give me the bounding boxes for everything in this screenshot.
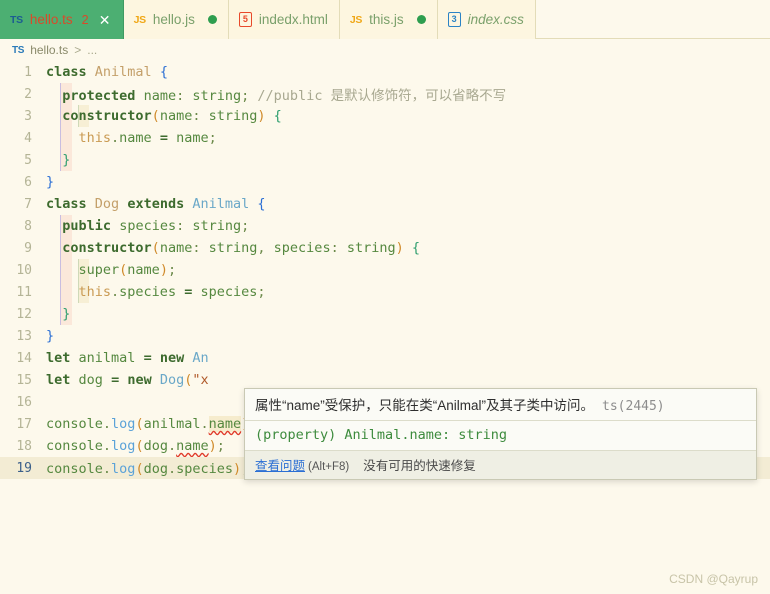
code-content: super(name); <box>78 262 177 278</box>
line-number: 12 <box>16 306 32 322</box>
line-number: 10 <box>16 262 32 278</box>
javascript-file-icon: JS <box>349 13 363 26</box>
javascript-file-icon: JS <box>133 13 147 26</box>
tab-this-js[interactable]: JS this.js <box>339 0 438 39</box>
code-content: } <box>46 328 55 344</box>
breadcrumb-file[interactable]: hello.ts <box>30 43 68 57</box>
line-number: 16 <box>16 394 32 410</box>
line-number: 15 <box>16 372 32 388</box>
editor-tab-bar: TS hello.ts 2 ✕ JS hello.js 5 indedx.htm… <box>0 0 770 39</box>
code-line[interactable]: 9 constructor(name: string, species: str… <box>0 237 770 259</box>
view-problem-shortcut: (Alt+F8) <box>308 461 350 473</box>
line-number: 11 <box>16 284 32 300</box>
line-number: 1 <box>24 64 32 80</box>
code-content: let dog = new Dog("x <box>46 372 209 388</box>
code-content: class Anilmal { <box>46 64 168 80</box>
tooltip-message: 属性“name”受保护，只能在类“Anilmal”及其子类中访问。 <box>255 398 595 413</box>
code-line[interactable]: 5 } <box>0 149 770 171</box>
code-line[interactable]: 2 protected name: string; //public 是默认修饰… <box>0 83 770 105</box>
line-number: 17 <box>16 416 32 432</box>
code-content: this.name = name; <box>78 130 217 146</box>
hover-tooltip: 属性“name”受保护，只能在类“Anilmal”及其子类中访问。 ts(244… <box>244 388 757 480</box>
tooltip-error-code: ts(2445) <box>602 399 665 414</box>
tab-error-badge: 2 <box>81 12 89 27</box>
typescript-file-icon: TS <box>12 44 25 56</box>
tab-label: hello.js <box>152 12 195 27</box>
tooltip-signature: Anilmal.name: string <box>344 427 507 443</box>
code-content: } <box>62 152 71 168</box>
code-content: constructor(name: string, species: strin… <box>62 240 421 256</box>
html-file-icon: 5 <box>238 12 252 27</box>
line-number: 3 <box>24 108 32 124</box>
line-number: 6 <box>24 174 32 190</box>
breadcrumb: TS hello.ts > ... <box>0 39 770 61</box>
code-line[interactable]: 13 } <box>0 325 770 347</box>
code-content: let anilmal = new An <box>46 350 209 366</box>
code-line[interactable]: 8 public species: string; <box>0 215 770 237</box>
line-number: 9 <box>24 240 32 256</box>
line-number: 7 <box>24 196 32 212</box>
tooltip-signature-kind: (property) <box>255 427 337 443</box>
code-line[interactable]: 3 constructor(name: string) { <box>0 105 770 127</box>
tab-label: this.js <box>369 12 404 27</box>
tab-index-css[interactable]: 3 index.css <box>437 0 536 39</box>
line-number: 18 <box>16 438 32 454</box>
tooltip-message-row: 属性“name”受保护，只能在类“Anilmal”及其子类中访问。 ts(244… <box>245 389 756 420</box>
tooltip-action-bar: 查看问题 (Alt+F8) 没有可用的快速修复 <box>245 450 756 479</box>
tooltip-signature-row: (property) Anilmal.name: string <box>245 421 756 450</box>
code-content: console.log(anilmal.name); <box>46 416 257 432</box>
code-line[interactable]: 12 } <box>0 303 770 325</box>
code-content: protected name: string; //public 是默认修饰符，… <box>62 88 507 104</box>
tab-hello-ts[interactable]: TS hello.ts 2 ✕ <box>0 0 124 39</box>
line-number: 8 <box>24 218 32 234</box>
code-content: } <box>46 174 55 190</box>
css-file-icon: 3 <box>447 12 461 27</box>
code-content: constructor(name: string) { <box>62 108 282 124</box>
code-line[interactable]: 10 super(name); <box>0 259 770 281</box>
close-icon[interactable]: ✕ <box>98 13 112 27</box>
tab-label: indedx.html <box>258 12 328 27</box>
code-line[interactable]: 4 this.name = name; <box>0 127 770 149</box>
tab-indedx-html[interactable]: 5 indedx.html <box>228 0 340 39</box>
code-content: public species: string; <box>62 218 250 234</box>
line-number: 14 <box>16 350 32 366</box>
code-content: class Dog extends Anilmal { <box>46 196 266 212</box>
view-problem-link[interactable]: 查看问题 <box>255 459 305 473</box>
unsaved-dot-icon[interactable] <box>207 15 217 24</box>
code-content: } <box>62 306 71 322</box>
code-editor[interactable]: 1 class Anilmal { 2 protected name: stri… <box>0 61 770 594</box>
watermark: CSDN @Qayrup <box>669 572 758 586</box>
code-content: console.log(dog.species); <box>46 459 251 477</box>
breadcrumb-ellipsis[interactable]: ... <box>87 43 97 57</box>
code-line[interactable]: 11 this.species = species; <box>0 281 770 303</box>
tab-bar-empty-space <box>535 0 770 38</box>
code-content: console.log(dog.name); <box>46 438 225 454</box>
tab-label: hello.ts <box>29 12 73 27</box>
tab-label: index.css <box>467 12 524 27</box>
code-line[interactable]: 1 class Anilmal { <box>0 61 770 83</box>
chevron-right-icon: > <box>74 43 82 57</box>
line-number: 2 <box>24 86 32 102</box>
unsaved-dot-icon[interactable] <box>416 15 426 24</box>
line-number: 4 <box>24 130 32 146</box>
tooltip-link-wrapper[interactable]: 查看问题 (Alt+F8) <box>255 455 349 474</box>
line-number: 19 <box>16 460 32 476</box>
line-number: 5 <box>24 152 32 168</box>
tab-hello-js[interactable]: JS hello.js <box>123 0 229 39</box>
code-line[interactable]: 14 let anilmal = new An <box>0 347 770 369</box>
no-quick-fix-note: 没有可用的快速修复 <box>363 459 476 473</box>
typescript-file-icon: TS <box>10 13 23 26</box>
vscode-window: TS hello.ts 2 ✕ JS hello.js 5 indedx.htm… <box>0 0 770 594</box>
line-number: 13 <box>16 328 32 344</box>
code-line[interactable]: 7 class Dog extends Anilmal { <box>0 193 770 215</box>
code-line[interactable]: 6 } <box>0 171 770 193</box>
code-content: this.species = species; <box>78 284 266 300</box>
